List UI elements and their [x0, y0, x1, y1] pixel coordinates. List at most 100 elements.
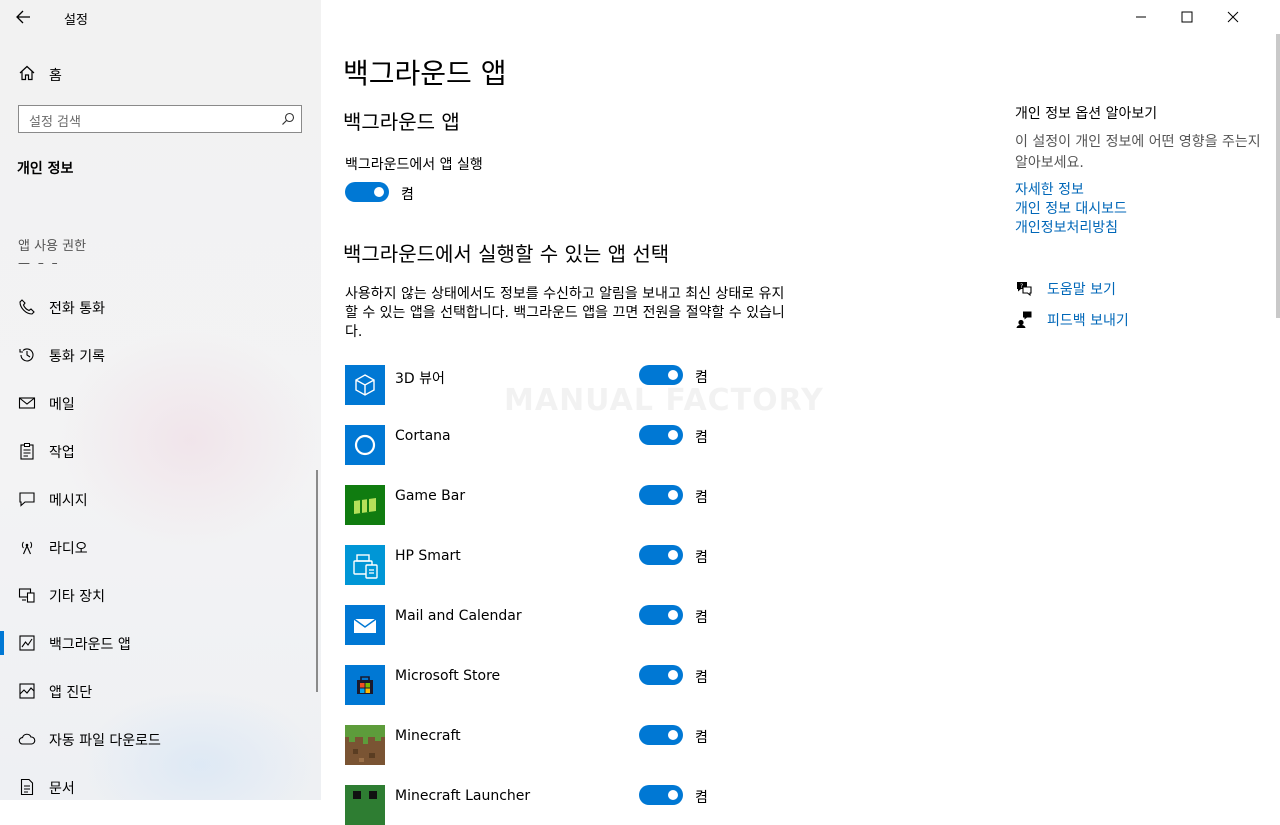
toggle-knob: [668, 490, 678, 500]
sidebar-item-label: 기타 장치: [49, 589, 105, 605]
toggle-state: 켬: [695, 370, 708, 386]
app-name: 3D 뷰어: [395, 371, 445, 387]
sidebar-item-label: 앱 진단: [49, 685, 93, 701]
app-row-microsoft-store: Microsoft Store: [345, 665, 745, 705]
sidebar-item-label: 자동 파일 다운로드: [49, 733, 161, 749]
phone-icon: [19, 299, 35, 315]
mail-calendar-icon: [345, 605, 385, 645]
back-arrow-icon: [16, 10, 30, 24]
sidebar-item-label: 백그라운드 앱: [49, 637, 131, 653]
sidebar-item-mail[interactable]: 메일: [0, 383, 321, 423]
app-title: 설정: [64, 13, 88, 28]
toggle-label: 백그라운드에서 앱 실행: [345, 157, 483, 173]
sidebar-item-label: 전화 통화: [49, 301, 105, 317]
link-more-info[interactable]: 자세한 정보: [1015, 181, 1265, 200]
sidebar-item-radio[interactable]: 라디오: [0, 527, 321, 567]
sidebar-item-tasks[interactable]: 작업: [0, 431, 321, 471]
gamebar-icon: [345, 485, 385, 525]
app-toggle[interactable]: [639, 545, 683, 565]
related-text: 이 설정이 개인 정보에 어떤 영향을 주는지 알아보세요.: [1015, 134, 1261, 171]
sidebar-item-phone-calls[interactable]: 전화 통화: [0, 287, 321, 327]
related-links: 자세한 정보 개인 정보 대시보드 개인정보처리방침: [1015, 181, 1265, 238]
background-apps-toggle[interactable]: [345, 182, 389, 202]
app-toggle[interactable]: [639, 665, 683, 685]
sidebar-item-other-devices[interactable]: 기타 장치: [0, 575, 321, 615]
app-name: Game Bar: [395, 488, 466, 504]
description: 사용하지 않는 상태에서도 정보를 수신하고 알림을 보내고 최신 상태로 유지…: [345, 286, 785, 340]
app-toggle[interactable]: [639, 485, 683, 505]
sidebar-item-label: 메시지: [49, 493, 88, 509]
section-title: 개인 정보: [17, 161, 74, 177]
app-row-minecraft: Minecraft: [345, 725, 745, 765]
back-button[interactable]: [12, 6, 36, 28]
app-name: Mail and Calendar: [395, 608, 522, 624]
sidebar-item-label: 작업: [49, 445, 75, 461]
app-row-cortana: Cortana: [345, 425, 745, 465]
search-placeholder: 설정 검색: [29, 115, 81, 130]
app-row-3d-viewer: 3D 뷰어: [345, 365, 745, 405]
sidebar-item-label: 라디오: [49, 541, 88, 557]
link-privacy-dashboard[interactable]: 개인 정보 대시보드: [1015, 200, 1265, 219]
toggle-state: 켬: [695, 610, 708, 626]
sidebar-item-documents[interactable]: 문서: [0, 767, 321, 800]
toggle-state: 켬: [695, 670, 708, 686]
link-privacy-policy[interactable]: 개인정보처리방침: [1015, 219, 1265, 238]
toggle-state: 켬: [695, 550, 708, 566]
app-row-minecraft-launcher: Minecraft Launcher: [345, 785, 745, 825]
minecraft-icon: [345, 725, 385, 765]
section-heading: 백그라운드 앱: [343, 110, 460, 134]
cortana-icon: [345, 425, 385, 465]
sidebar-item-label: 홈: [49, 68, 62, 84]
diagnostics-icon: [19, 683, 35, 699]
app-name: Minecraft Launcher: [395, 788, 531, 804]
app-row-mail-calendar: Mail and Calendar: [345, 605, 745, 645]
toggle-state: 켬: [695, 730, 708, 746]
minecraft-launcher-icon: [345, 785, 385, 825]
sidebar-item-background-apps[interactable]: 백그라운드 앱: [0, 623, 321, 663]
section-heading: 백그라운드에서 실행할 수 있는 앱 선택: [343, 242, 670, 266]
app-toggle[interactable]: [639, 605, 683, 625]
minimize-icon[interactable]: [1130, 6, 1152, 28]
app-toggle[interactable]: [639, 785, 683, 805]
cloud-icon: [18, 733, 36, 745]
sidebar-item-messages[interactable]: 메시지: [0, 479, 321, 519]
sidebar-item-auto-file-download[interactable]: 자동 파일 다운로드: [0, 719, 321, 759]
app-toggle[interactable]: [639, 725, 683, 745]
sidebar-item-call-history[interactable]: 통화 기록: [0, 335, 321, 375]
toggle-knob: [668, 670, 678, 680]
app-name: Microsoft Store: [395, 668, 501, 684]
app-toggle[interactable]: [639, 425, 683, 445]
message-icon: [19, 492, 35, 507]
sidebar-item-app-diagnostics[interactable]: 앱 진단: [0, 671, 321, 711]
search-input[interactable]: 설정 검색: [18, 105, 302, 133]
document-icon: [20, 778, 34, 796]
maximize-icon[interactable]: [1176, 6, 1198, 28]
devices-icon: [18, 588, 35, 603]
main-scrollbar[interactable]: [1276, 34, 1280, 318]
toggle-state: 켬: [695, 790, 708, 806]
window-controls: [1130, 0, 1280, 34]
sidebar-scrollbar[interactable]: [316, 470, 318, 692]
cube-icon: [345, 365, 385, 405]
close-icon[interactable]: [1222, 6, 1244, 28]
mail-icon: [18, 397, 36, 409]
tasks-icon: [20, 443, 34, 460]
radio-icon: [21, 541, 33, 555]
toggle-state: 켬: [401, 187, 414, 203]
get-help-link[interactable]: ? 도움말 보기: [1015, 278, 1265, 300]
sidebar-item-label: 문서: [49, 781, 75, 797]
feedback-label: 피드백 보내기: [1047, 313, 1129, 329]
sidebar-item-label: 메일: [49, 397, 75, 413]
app-name: Cortana: [395, 428, 451, 444]
page-title: 백그라운드 앱: [343, 57, 507, 90]
truncated-item: — – –: [18, 256, 60, 270]
feedback-icon: [1016, 311, 1032, 328]
app-toggle[interactable]: [639, 365, 683, 385]
related-heading: 개인 정보 옵션 알아보기: [1015, 106, 1158, 122]
help-icon: ?: [1017, 282, 1032, 297]
svg-text:?: ?: [1020, 283, 1023, 290]
send-feedback-link[interactable]: 피드백 보내기: [1015, 309, 1265, 331]
toggle-knob: [668, 790, 678, 800]
search-icon: [282, 112, 295, 125]
sidebar-item-home[interactable]: 홈: [0, 58, 321, 90]
